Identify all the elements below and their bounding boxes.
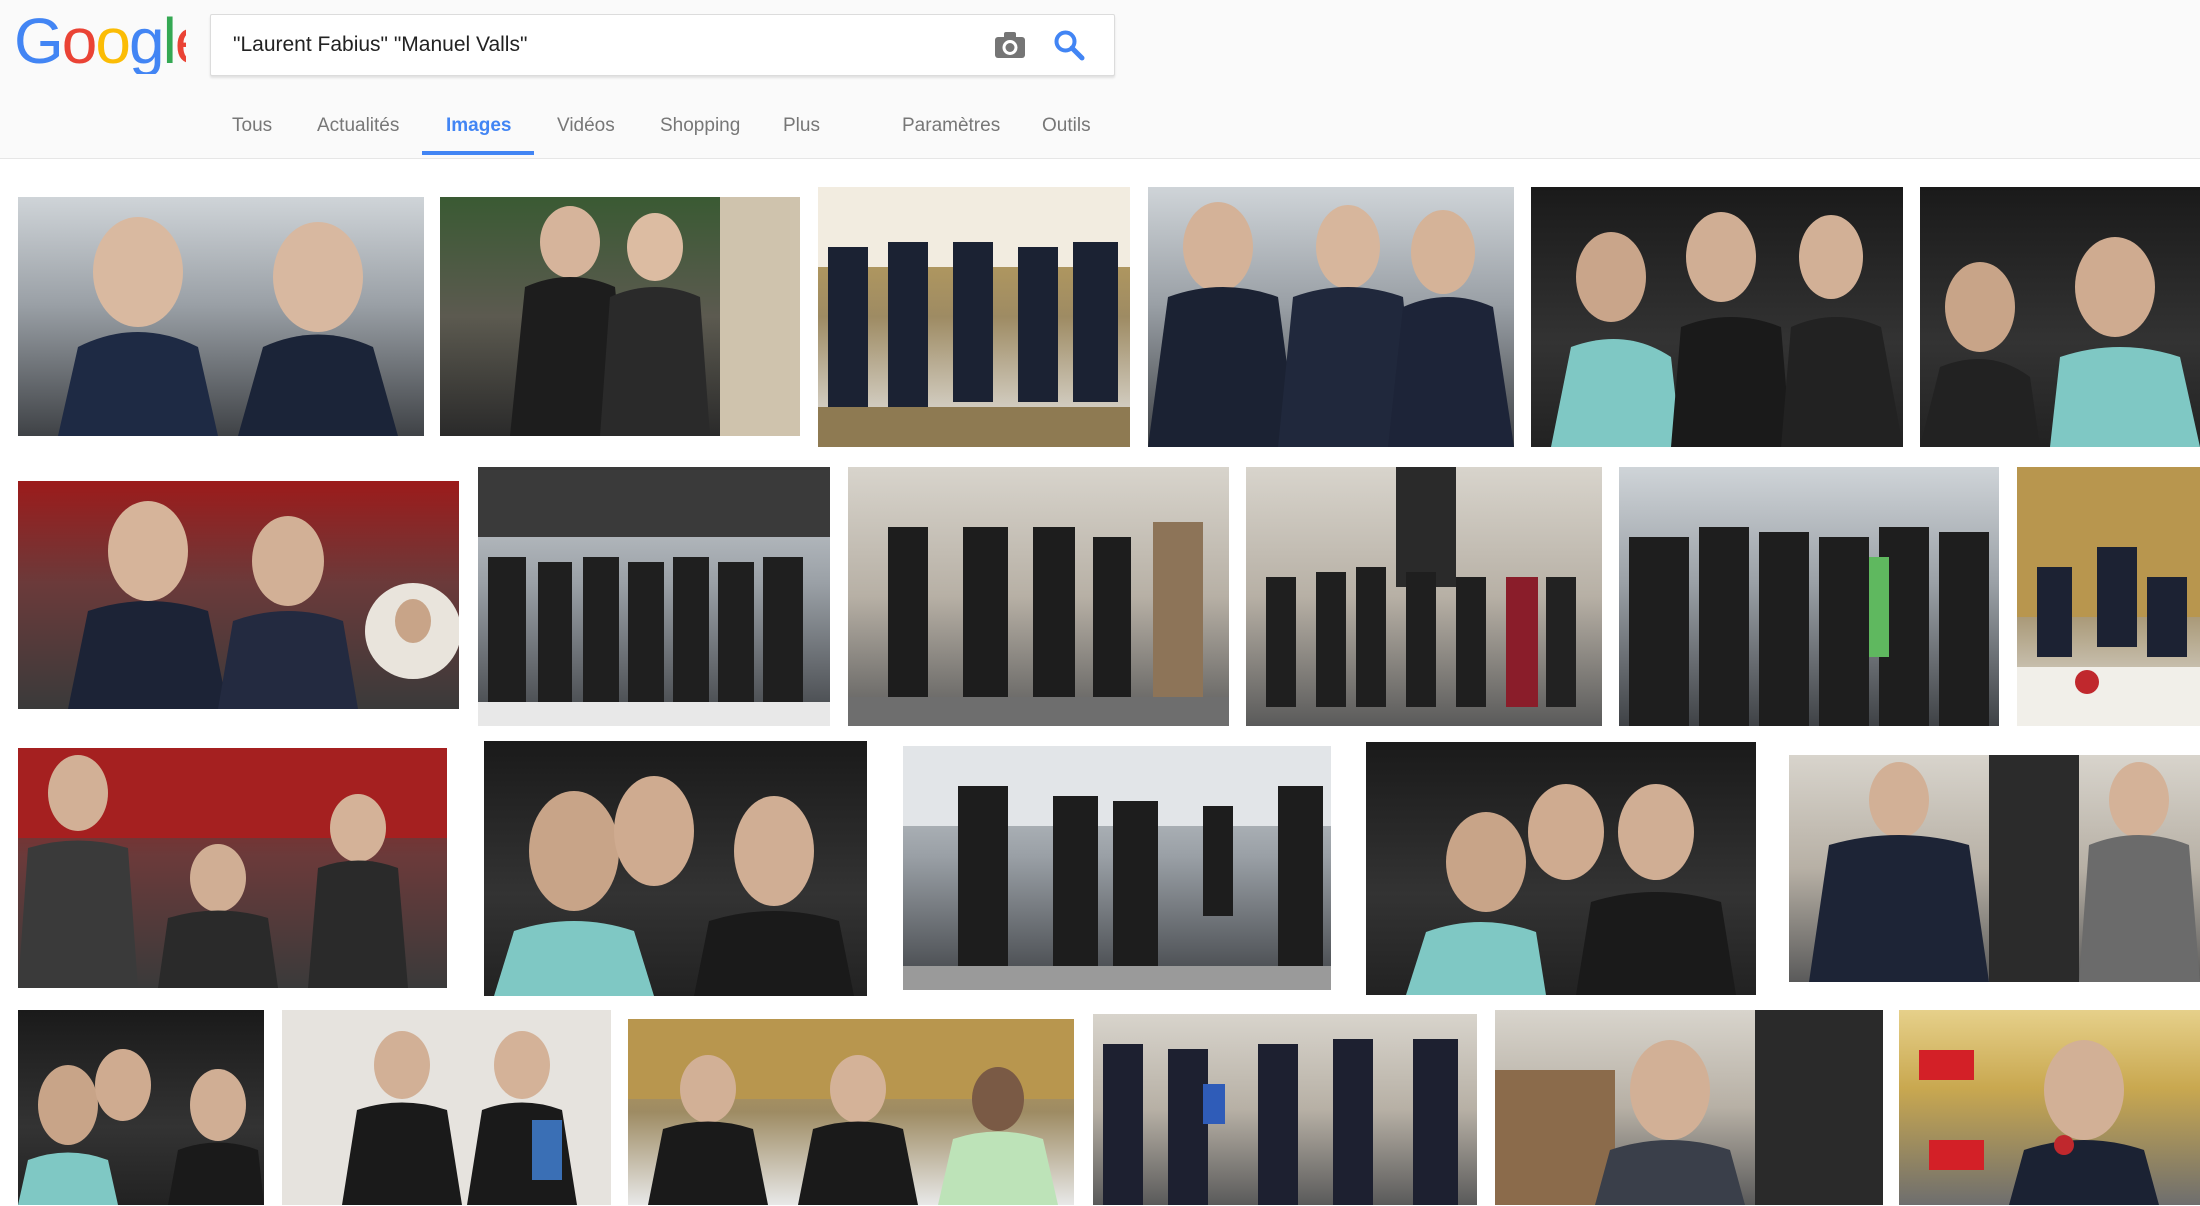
image-result[interactable] [1366,742,1756,995]
tab-tous[interactable]: Tous [232,115,272,137]
search-button[interactable] [1051,27,1087,63]
image-result[interactable] [1920,187,2200,447]
svg-text:Google: Google [14,8,186,74]
logo-letter-g2: g [129,8,163,74]
tab-outils[interactable]: Outils [1042,115,1091,137]
image-result[interactable] [440,197,800,436]
tab-parametres[interactable]: Paramètres [902,115,1000,137]
image-result[interactable] [282,1010,611,1205]
active-tab-indicator [422,151,534,155]
image-result[interactable] [484,741,867,996]
search-box [210,14,1115,76]
image-result[interactable] [2017,467,2200,726]
tab-videos[interactable]: Vidéos [557,115,615,137]
tab-plus[interactable]: Plus [783,115,820,137]
image-result[interactable] [18,197,424,436]
image-result[interactable] [818,187,1130,447]
tab-actualites[interactable]: Actualités [317,115,399,137]
image-result[interactable] [1246,467,1602,726]
image-result[interactable] [1619,467,1999,726]
image-results-grid [0,159,2200,1206]
image-result[interactable] [478,467,830,726]
image-result[interactable] [18,1010,264,1205]
image-result[interactable] [903,746,1331,990]
image-result[interactable] [18,748,447,988]
tab-shopping[interactable]: Shopping [660,115,740,137]
image-result[interactable] [628,1019,1074,1205]
image-result[interactable] [18,481,459,709]
image-result[interactable] [1093,1014,1477,1205]
image-result[interactable] [1531,187,1903,447]
camera-icon[interactable] [993,29,1027,61]
image-result[interactable] [1789,755,2200,982]
tab-images[interactable]: Images [446,115,511,137]
search-tabs: Tous Actualités Images Vidéos Shopping P… [0,105,1200,158]
logo-letter-l: l [163,8,175,74]
top-bar: Google Tous Actualités Images Vidéos Sho… [0,0,2200,159]
logo-letter-g: G [14,8,62,74]
search-icon [1054,30,1085,61]
google-logo[interactable]: Google [14,8,186,74]
image-result[interactable] [1148,187,1514,447]
logo-letter-o1: o [62,8,96,74]
image-result[interactable] [1495,1010,1883,1205]
logo-letter-o2: o [95,8,129,74]
image-result[interactable] [1899,1010,2200,1205]
image-result[interactable] [848,467,1229,726]
search-input[interactable] [233,15,973,75]
logo-letter-e: e [175,8,186,74]
